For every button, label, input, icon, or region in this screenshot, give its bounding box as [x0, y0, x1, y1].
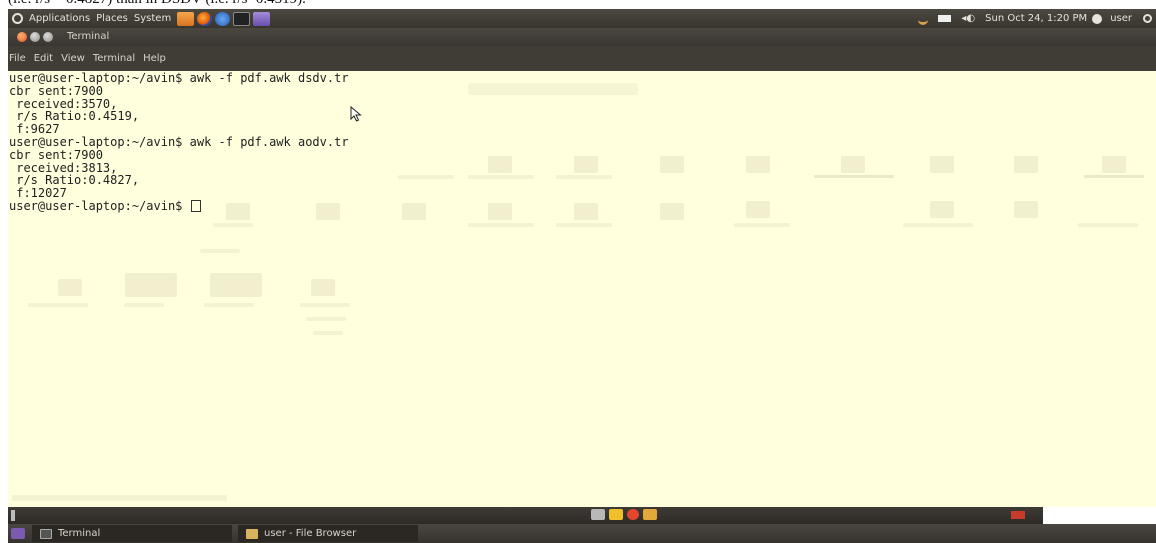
ghost-file-icon — [311, 279, 335, 296]
panel-menus: Applications Places System — [8, 9, 271, 28]
applications-menu[interactable]: Applications — [26, 9, 93, 28]
battery-icon[interactable] — [938, 15, 952, 22]
terminal-menubar: File Edit View Terminal Help — [8, 46, 1156, 71]
ghost-file-icon — [1102, 156, 1126, 173]
system-menu[interactable]: System — [131, 9, 174, 28]
terminal-line: cbr sent:7900 — [9, 83, 103, 98]
menu-view[interactable]: View — [57, 53, 89, 64]
flag-icon[interactable] — [1011, 511, 1025, 519]
ghost-file-icon — [841, 156, 865, 173]
ghost-file-icon — [58, 279, 82, 296]
archive-icon[interactable] — [643, 509, 657, 520]
folder-icon[interactable] — [609, 509, 623, 520]
ghost-file-label — [398, 175, 454, 179]
terminal-area[interactable]: user@user-laptop:~/avin$ awk -f pdf.awk … — [8, 71, 1156, 507]
ghost-file-label — [1078, 223, 1138, 227]
ghost-file-icon — [402, 203, 426, 220]
clock[interactable]: Sun Oct 24, 1:20 PM — [980, 9, 1092, 28]
ghost-file-label — [204, 303, 254, 307]
terminal-prompt: user@user-laptop:~/avin$ — [9, 198, 190, 213]
trash-icon[interactable] — [591, 509, 605, 520]
ghost-file-label — [124, 303, 164, 307]
terminal-line: r/s Ratio:0.4519, — [9, 109, 140, 124]
text-cursor — [190, 199, 201, 212]
taskbar-item-file-browser[interactable]: user - File Browser — [238, 525, 418, 542]
terminal-line: user@user-laptop:~/avin$ awk -f pdf.awk … — [9, 134, 349, 149]
firefox-icon[interactable] — [197, 11, 213, 26]
menu-edit[interactable]: Edit — [30, 53, 57, 64]
ghost-file-label — [734, 223, 790, 227]
ghost-file-label — [300, 303, 350, 307]
monitor-icon[interactable] — [253, 11, 271, 26]
help-icon[interactable] — [215, 11, 231, 26]
volume-icon[interactable]: ◂◐ — [956, 9, 980, 28]
user-icon — [1092, 13, 1103, 24]
window-titlebar[interactable]: Terminal — [8, 28, 1156, 46]
terminal-line: cbr sent:7900 — [9, 147, 103, 162]
power-icon[interactable] — [1143, 14, 1152, 23]
ghost-file-label — [468, 223, 534, 227]
ghost-file-icon — [210, 273, 262, 297]
ghost-file-label — [213, 223, 253, 227]
ghost-file-icon — [574, 203, 598, 220]
notification-area — [591, 509, 661, 520]
ghost-status-bar — [12, 495, 227, 501]
ghost-file-icon — [930, 156, 954, 173]
taskbar-item-label: user - File Browser — [264, 528, 357, 539]
taskbar-item-label: Terminal — [58, 528, 101, 539]
user-switcher[interactable]: user — [1105, 9, 1137, 28]
ghost-file-icon — [660, 203, 684, 220]
ghost-file-label — [28, 303, 88, 307]
maximize-button[interactable] — [43, 32, 53, 42]
ghost-file-icon — [746, 201, 770, 218]
menu-terminal[interactable]: Terminal — [89, 53, 139, 64]
ghost-file-icon — [488, 156, 512, 173]
panel-tray: ◂◐ Sun Oct 24, 1:20 PM user — [913, 9, 1156, 28]
ghost-file-label — [313, 331, 343, 335]
ghost-file-icon — [125, 273, 177, 297]
terminal-prompt-line[interactable]: user@user-laptop:~/avin$ — [9, 200, 349, 213]
ghost-file-icon — [746, 156, 770, 173]
bottom-taskbar: Terminal user - File Browser — [8, 524, 1156, 543]
terminal-icon — [40, 528, 52, 539]
lower-panel-strip — [8, 507, 1156, 524]
ghost-file-label — [903, 223, 973, 227]
ghost-file-label — [814, 175, 894, 178]
ghost-file-icon — [574, 156, 598, 173]
top-panel: Applications Places System ◂◐ Sun Oct 24… — [8, 9, 1156, 28]
taskbar-item-terminal[interactable]: Terminal — [32, 525, 232, 542]
ghost-file-icon — [930, 201, 954, 218]
network-icon[interactable] — [918, 13, 929, 25]
show-desktop-icon[interactable] — [11, 528, 25, 539]
minimize-button[interactable] — [30, 32, 40, 42]
ghost-file-label — [306, 317, 346, 321]
blank-region — [1043, 507, 1156, 524]
ghost-file-label — [556, 223, 612, 227]
terminal-output: user@user-laptop:~/avin$ awk -f pdf.awk … — [9, 72, 349, 213]
ghost-file-label — [556, 175, 612, 179]
ghost-file-label — [1084, 175, 1144, 178]
ghost-file-icon — [1014, 201, 1038, 218]
window-title: Terminal — [67, 31, 110, 42]
record-icon[interactable] — [627, 509, 639, 520]
menu-file[interactable]: File — [8, 53, 30, 64]
ghost-file-label — [468, 175, 534, 179]
ghost-location-bar — [468, 83, 638, 95]
ghost-file-label — [200, 249, 240, 253]
ubuntu-logo-icon[interactable] — [12, 13, 23, 24]
terminal-launcher-icon[interactable] — [233, 11, 251, 26]
menu-help[interactable]: Help — [139, 53, 170, 64]
places-menu[interactable]: Places — [93, 9, 131, 28]
document-caption-fragment: (i.e. r/s = 0.4827) than in DSDV (i.e. r… — [8, 0, 306, 9]
ghost-file-icon — [660, 156, 684, 173]
ghost-file-icon — [1014, 156, 1038, 173]
resize-grip-icon[interactable] — [11, 510, 15, 521]
terminal-line: user@user-laptop:~/avin$ awk -f pdf.awk … — [9, 71, 349, 85]
close-button[interactable] — [17, 32, 27, 42]
files-launcher-icon[interactable] — [177, 11, 195, 26]
desktop-screenshot: (i.e. r/s = 0.4827) than in DSDV (i.e. r… — [0, 0, 1156, 543]
ghost-file-icon — [488, 203, 512, 220]
folder-icon — [246, 528, 258, 539]
